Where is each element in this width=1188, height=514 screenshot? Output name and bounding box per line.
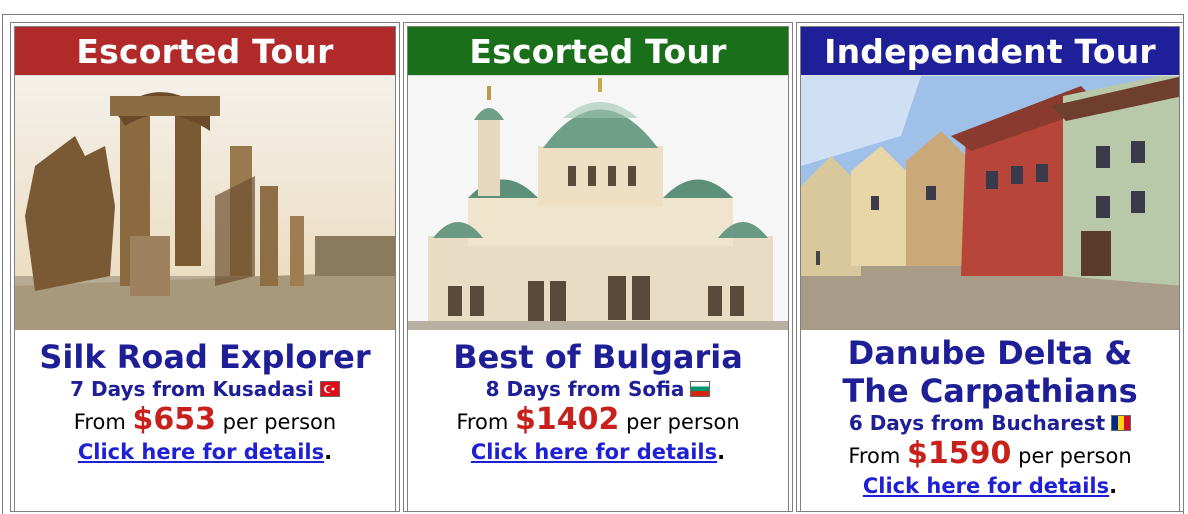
tour-price: $653: [132, 402, 216, 437]
card-inner: Escorted Tour: [14, 26, 396, 511]
tour-photo-ancient-ruins[interactable]: [15, 75, 395, 330]
tour-title: Best of Bulgaria: [453, 338, 743, 376]
duration-origin-text: 6 Days from Bucharest: [848, 411, 1106, 435]
card-inner: Escorted Tour: [407, 26, 789, 511]
details-link[interactable]: Click here for details: [78, 440, 324, 464]
tour-title-line-2: The Carpathians: [842, 372, 1138, 410]
details-line: Click here for details.: [408, 438, 788, 466]
price-line: From $1590 per person: [801, 438, 1179, 472]
tour-title: Silk Road Explorer: [39, 338, 371, 376]
duration-origin-text: 8 Days from Sofia: [485, 377, 685, 401]
price-line: From $653 per person: [15, 404, 395, 438]
from-label: From: [456, 410, 509, 434]
price-line: From $1402 per person: [408, 404, 788, 438]
turkey-flag-icon: [319, 381, 340, 397]
details-line: Click here for details.: [801, 472, 1179, 500]
tour-info: Silk Road Explorer 7 Days from Kusadasi …: [15, 330, 395, 466]
tour-info: Danube Delta & The Carpathians 6 Days fr…: [801, 330, 1179, 500]
tour-price: $1402: [515, 402, 620, 437]
link-period: .: [717, 440, 726, 464]
tour-price: $1590: [907, 436, 1012, 471]
tour-type-banner: Independent Tour: [801, 27, 1179, 75]
tour-card-silk-road: Escorted Tour Silk Road Explorer 7 Days …: [10, 22, 400, 512]
from-label: From: [848, 444, 901, 468]
from-label: From: [73, 410, 126, 434]
tour-title-line-1: Danube Delta &: [847, 334, 1133, 372]
tour-photo-cathedral[interactable]: [408, 75, 788, 330]
tour-card-danube: Independent Tour Danube Delta & The Carp…: [796, 22, 1184, 512]
link-period: .: [324, 440, 333, 464]
per-person-label: per person: [222, 410, 337, 434]
tour-info: Best of Bulgaria 8 Days from Sofia From …: [408, 330, 788, 466]
tour-subtitle: 6 Days from Bucharest: [848, 410, 1132, 436]
tour-card-bulgaria: Escorted Tour Best of Bulgaria 8 Days fr…: [403, 22, 793, 512]
tour-type-banner: Escorted Tour: [15, 27, 395, 75]
romania-flag-icon: [1111, 415, 1132, 431]
per-person-label: per person: [1018, 444, 1132, 468]
tour-subtitle: 8 Days from Sofia: [486, 376, 711, 402]
details-line: Click here for details.: [15, 438, 395, 466]
duration-origin-text: 7 Days from Kusadasi: [70, 377, 314, 401]
tour-type-banner: Escorted Tour: [408, 27, 788, 75]
details-link[interactable]: Click here for details: [471, 440, 717, 464]
bulgaria-flag-icon: [690, 381, 711, 397]
tour-subtitle: 7 Days from Kusadasi: [70, 376, 340, 402]
tour-photo-village-street[interactable]: [801, 75, 1179, 330]
per-person-label: per person: [626, 410, 740, 434]
link-period: .: [1109, 474, 1118, 498]
details-link[interactable]: Click here for details: [863, 474, 1109, 498]
card-inner: Independent Tour Danube Delta & The Carp…: [800, 26, 1180, 511]
